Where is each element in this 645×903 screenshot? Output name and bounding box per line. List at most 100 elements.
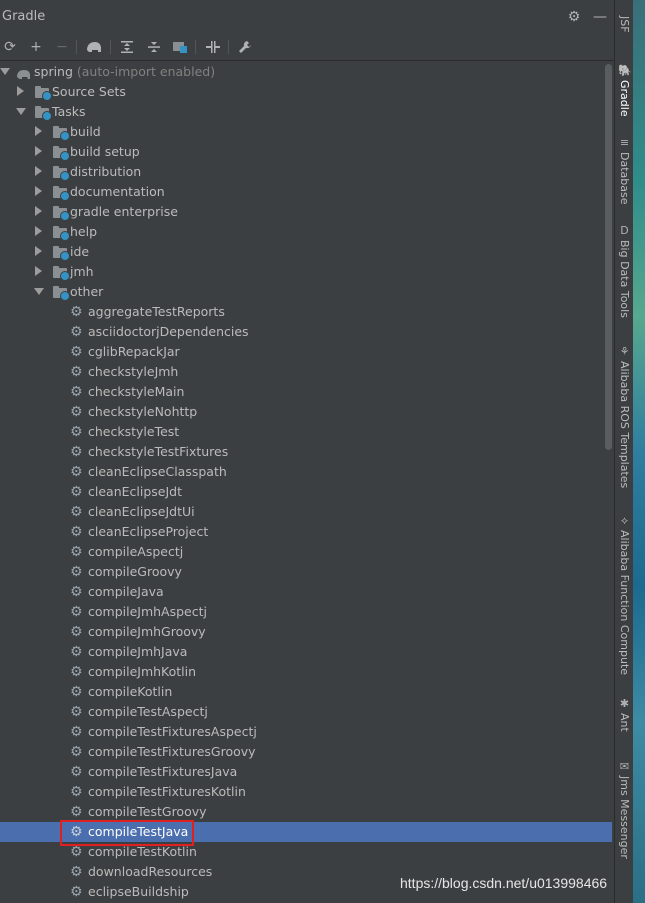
tree-tasks[interactable]: Tasks [0, 102, 612, 122]
toolbar: ⟳ + − [0, 34, 614, 61]
gear-icon[interactable]: ⚙ [566, 9, 582, 25]
tree-node-label: compileTestGroovy [88, 804, 207, 819]
collapse-arrow-icon[interactable] [16, 108, 26, 115]
tree-task-checkstyleNohttp[interactable]: ⚙ checkstyleNohttp [0, 402, 612, 422]
tree-task-compileGroovy[interactable]: ⚙ compileGroovy [0, 562, 612, 582]
collapse-arrow-icon[interactable] [0, 68, 10, 75]
expand-arrow-icon[interactable] [35, 126, 42, 136]
tree-task-checkstyleTest[interactable]: ⚙ checkstyleTest [0, 422, 612, 442]
tree-group-gradle-enterprise[interactable]: gradle enterprise [0, 202, 612, 222]
task-group-folder-icon [35, 86, 52, 101]
ant-icon: ✱ [619, 697, 630, 710]
tree-node-label: compileTestFixturesAspectj [88, 724, 257, 739]
expand-arrow-icon[interactable] [17, 86, 24, 96]
expand-arrow-icon[interactable] [35, 226, 42, 236]
collapse-arrow-icon[interactable] [34, 288, 44, 295]
expand-arrow-icon[interactable] [35, 166, 42, 176]
execute-task-icon[interactable] [85, 38, 103, 56]
tree-source-sets[interactable]: Source Sets [0, 82, 612, 102]
task-gear-icon: ⚙ [70, 744, 83, 760]
tree-node-label: Tasks [52, 104, 86, 119]
tree-task-compileKotlin[interactable]: ⚙ compileKotlin [0, 682, 612, 702]
tree-task-checkstyleMain[interactable]: ⚙ checkstyleMain [0, 382, 612, 402]
tree-task-cglibRepackJar[interactable]: ⚙ cglibRepackJar [0, 342, 612, 362]
tree-node-label: documentation [70, 184, 165, 199]
expand-arrow-icon[interactable] [35, 186, 42, 196]
task-group-folder-icon [53, 226, 70, 241]
messenger-icon: ✉ [619, 760, 630, 773]
highlight-annotation [60, 820, 194, 846]
tree-task-compileTestGroovy[interactable]: ⚙ compileTestGroovy [0, 802, 612, 822]
tree-task-compileAspectj[interactable]: ⚙ compileAspectj [0, 542, 612, 562]
expand-arrow-icon[interactable] [35, 266, 42, 276]
tool-window-strip: JSF 🐘 Gradle ≡ Database D Big Data Tools ⚘ Aliba… [614, 0, 634, 903]
tree-task-compileJmhKotlin[interactable]: ⚙ compileJmhKotlin [0, 662, 612, 682]
expand-arrow-icon[interactable] [35, 206, 42, 216]
gradle-tool-window: Gradle ⚙ — ⟳ + − spring (auto-import ena… [0, 0, 614, 903]
task-gear-icon: ⚙ [70, 424, 83, 440]
tree-group-build[interactable]: build [0, 122, 612, 142]
task-gear-icon: ⚙ [70, 444, 83, 460]
tree-task-asciidoctorjDependencies[interactable]: ⚙ asciidoctorjDependencies [0, 322, 612, 342]
panel-title: Gradle [2, 9, 46, 24]
tree-node-label: compileJmhJava [88, 644, 188, 659]
tree-task-compileJmhJava[interactable]: ⚙ compileJmhJava [0, 642, 612, 662]
tree-task-compileJava[interactable]: ⚙ compileJava [0, 582, 612, 602]
add-icon[interactable]: + [27, 38, 45, 56]
tree-group-documentation[interactable]: documentation [0, 182, 612, 202]
task-gear-icon: ⚙ [70, 644, 83, 660]
tree-task-compileTestAspectj[interactable]: ⚙ compileTestAspectj [0, 702, 612, 722]
expand-arrow-icon[interactable] [35, 246, 42, 256]
tree-task-checkstyleTestFixtures[interactable]: ⚙ checkstyleTestFixtures [0, 442, 612, 462]
tree-task-compileJmhGroovy[interactable]: ⚙ compileJmhGroovy [0, 622, 612, 642]
task-gear-icon: ⚙ [70, 344, 83, 360]
tree-node-label: build setup [70, 144, 140, 159]
tree-task-checkstyleJmh[interactable]: ⚙ checkstyleJmh [0, 362, 612, 382]
tree-group-jmh[interactable]: jmh [0, 262, 612, 282]
tree-task-compileTestFixturesKotlin[interactable]: ⚙ compileTestFixturesKotlin [0, 782, 612, 802]
tree-node-label: cleanEclipseJdtUi [88, 504, 195, 519]
tree-group-distribution[interactable]: distribution [0, 162, 612, 182]
tree-task-cleanEclipseJdt[interactable]: ⚙ cleanEclipseJdt [0, 482, 612, 502]
group-modules-icon[interactable] [171, 38, 189, 56]
task-gear-icon: ⚙ [70, 604, 83, 620]
tree-node-label: cleanEclipseJdt [88, 484, 182, 499]
wrench-icon[interactable] [236, 38, 254, 56]
side-tab-label: Big Data Tools [618, 240, 631, 318]
expand-arrow-icon[interactable] [35, 146, 42, 156]
task-gear-icon: ⚙ [70, 304, 83, 320]
minimize-icon[interactable]: — [592, 9, 608, 25]
tree-task-compileJmhAspectj[interactable]: ⚙ compileJmhAspectj [0, 602, 612, 622]
side-tab-label: JSF [618, 16, 631, 33]
tree-group-other[interactable]: other [0, 282, 612, 302]
side-tab-label: Gradle [618, 80, 631, 117]
tree-root-spring[interactable]: spring (auto-import enabled) [0, 62, 612, 82]
remove-icon[interactable]: − [53, 38, 71, 56]
task-gear-icon: ⚙ [70, 544, 83, 560]
tree-task-compileTestFixturesAspectj[interactable]: ⚙ compileTestFixturesAspectj [0, 722, 612, 742]
tree-group-build-setup[interactable]: build setup [0, 142, 612, 162]
tree-task-cleanEclipseClasspath[interactable]: ⚙ cleanEclipseClasspath [0, 462, 612, 482]
tree-group-ide[interactable]: ide [0, 242, 612, 262]
expand-all-icon[interactable] [118, 38, 136, 56]
ros-icon: ⚘ [619, 345, 630, 358]
task-gear-icon: ⚙ [70, 464, 83, 480]
task-gear-icon: ⚙ [70, 404, 83, 420]
tree-node-label: compileJmhGroovy [88, 624, 206, 639]
task-group-folder-icon [53, 186, 70, 201]
tree-task-compileTestFixturesGroovy[interactable]: ⚙ compileTestFixturesGroovy [0, 742, 612, 762]
task-gear-icon: ⚙ [70, 564, 83, 580]
tree-task-cleanEclipseProject[interactable]: ⚙ cleanEclipseProject [0, 522, 612, 542]
scrollbar-thumb[interactable] [605, 64, 612, 450]
tree-node-label: compileJava [88, 584, 164, 599]
tree-node-label: checkstyleTestFixtures [88, 444, 229, 459]
tree-node-label: eclipseBuildship [88, 884, 189, 899]
tree-task-aggregateTestReports[interactable]: ⚙ aggregateTestReports [0, 302, 612, 322]
toggle-offline-icon[interactable] [204, 38, 222, 56]
tree-task-cleanEclipseJdtUi[interactable]: ⚙ cleanEclipseJdtUi [0, 502, 612, 522]
task-group-folder-icon [53, 266, 70, 281]
tree-group-help[interactable]: help [0, 222, 612, 242]
refresh-icon[interactable]: ⟳ [1, 38, 19, 56]
tree-task-compileTestFixturesJava[interactable]: ⚙ compileTestFixturesJava [0, 762, 612, 782]
collapse-all-icon[interactable] [145, 38, 163, 56]
